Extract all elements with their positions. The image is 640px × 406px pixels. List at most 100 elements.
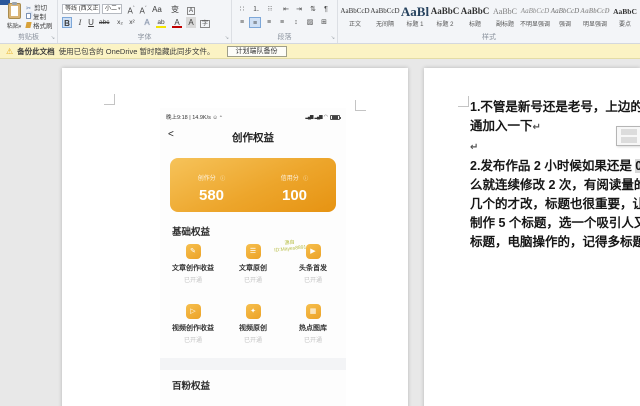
- strikethrough-button[interactable]: abc: [99, 17, 109, 28]
- autocorrect-options-popup[interactable]: [616, 126, 640, 146]
- italic-button[interactable]: I: [75, 17, 85, 28]
- style-item-subtitle[interactable]: AaBbC副标题: [490, 2, 520, 32]
- style-item-title[interactable]: AaBbC标题: [460, 2, 490, 32]
- style-item-subtle-emphasis[interactable]: AaBbCcD不明显强调: [520, 2, 550, 32]
- text-line: 制作 5 个标题，选一个吸引人又不: [470, 214, 640, 233]
- creation-score: 创作分 ⓘ 580: [170, 158, 253, 212]
- creation-score-value: 580: [170, 187, 253, 204]
- line-spacing-button[interactable]: ↕: [290, 17, 302, 28]
- style-item-heading2[interactable]: AaBbC标题 2: [430, 2, 460, 32]
- show-marks-button[interactable]: ¶: [320, 4, 332, 15]
- shrink-font-button[interactable]: Aˇ: [138, 4, 148, 15]
- decrease-indent-button[interactable]: ⇤: [280, 4, 292, 15]
- copy-icon: [26, 13, 31, 19]
- style-item-normal[interactable]: AaBbCcD正文: [340, 2, 370, 32]
- text-effects-button[interactable]: A: [142, 17, 152, 28]
- message-title: 备份此文档: [17, 46, 55, 57]
- bold-button[interactable]: B: [62, 17, 72, 28]
- bullets-button[interactable]: ∷: [236, 4, 248, 15]
- increase-indent-button[interactable]: ⇥: [293, 4, 305, 15]
- phonetic-guide-button[interactable]: 变: [170, 4, 180, 15]
- text-line: 标题，电脑操作的，记得多标题加: [470, 233, 640, 252]
- document-area: 晚上9:18 | 14.9K/s ☺ ⁺ ▂▄▆ ▂▄▆ ◠ < 创作权益: [0, 59, 640, 406]
- credit-score: 信用分 ⓘ 100: [253, 158, 336, 212]
- paragraph-group: ∷ ⒈ ⁝⁝ ⇤ ⇥ ⇅ ¶ ≡ ≡ ≡ ≡ ↕ ▨ ⊞ 段落 ↘: [232, 0, 338, 43]
- styles-group-label: 样式: [338, 32, 640, 42]
- signal-icon: ▂▄▆: [305, 114, 312, 120]
- video-original-icon: ✦: [246, 304, 261, 319]
- underline-button[interactable]: U: [86, 17, 96, 28]
- paragraph-dialog-launcher[interactable]: ↘: [331, 36, 335, 41]
- font-name-combo[interactable]: 等线 (西文正文): [62, 4, 100, 14]
- hot-gallery-icon: ▦: [306, 304, 321, 319]
- text-line: 通加入一下↵: [470, 117, 640, 137]
- paste-button[interactable]: 粘贴: [3, 3, 25, 33]
- paste-label: 粘贴: [3, 21, 25, 30]
- style-item-intense-emphasis[interactable]: AaBbCcD明显强调: [580, 2, 610, 32]
- enclose-characters-button[interactable]: 字: [200, 17, 210, 28]
- clipboard-group-label: 剪贴板: [0, 32, 57, 42]
- text-line: ↵: [470, 137, 640, 157]
- embedded-phone-screenshot[interactable]: 晚上9:18 | 14.9K/s ☺ ⁺ ▂▄▆ ▂▄▆ ◠ < 创作权益: [160, 108, 346, 406]
- format-painter-icon: [25, 22, 31, 28]
- margin-mark: [104, 94, 115, 105]
- font-group-label: 字体: [58, 32, 231, 42]
- style-item-emphasis[interactable]: AaBbCcD强调: [550, 2, 580, 32]
- phone-page-title: 创作权益: [160, 130, 346, 145]
- font-size-combo[interactable]: 小二: [102, 4, 122, 14]
- score-card: 创作分 ⓘ 580 信用分 ⓘ 100: [170, 158, 336, 212]
- info-icon: ⓘ: [220, 176, 225, 182]
- borders-button[interactable]: ⊞: [318, 17, 330, 28]
- superscript-button[interactable]: x²: [127, 17, 137, 28]
- clipboard-dialog-launcher[interactable]: ↘: [51, 36, 55, 41]
- article-original-icon: ☰: [246, 244, 261, 259]
- character-shading-button[interactable]: A: [186, 17, 196, 28]
- style-item-heading1[interactable]: AaBl标题 1: [400, 2, 430, 32]
- font-color-button[interactable]: A: [172, 17, 182, 28]
- text-highlight-button[interactable]: ab: [156, 17, 166, 28]
- warning-icon: ⚠: [6, 47, 13, 56]
- paragraph-mark: ↵: [470, 142, 478, 153]
- phone-status-bar: 晚上9:18 | 14.9K/s ☺ ⁺ ▂▄▆ ▂▄▆ ◠: [166, 113, 340, 122]
- shaded-text: 0 阅: [635, 159, 640, 173]
- align-center-button[interactable]: ≡: [249, 17, 261, 28]
- subscript-button[interactable]: x₂: [115, 17, 125, 28]
- multilevel-list-button[interactable]: ⁝⁝: [264, 4, 276, 15]
- phone-nav-bar: < 创作权益: [160, 126, 346, 146]
- justify-button[interactable]: ≡: [276, 17, 288, 28]
- article-income-icon: ✎: [186, 244, 201, 259]
- align-left-button[interactable]: ≡: [236, 17, 248, 28]
- shading-button[interactable]: ▨: [304, 17, 316, 28]
- change-case-button[interactable]: Aa: [152, 4, 162, 15]
- benefit-hot-gallery: ▦ 热点图库 已开通: [282, 304, 344, 344]
- style-item-strong[interactable]: AaBbC要点: [610, 2, 640, 32]
- font-group: 等线 (西文正文) 小二 Aˆ Aˇ Aa 变 A B I U abc x₂ x…: [58, 0, 232, 43]
- font-dialog-launcher[interactable]: ↘: [225, 36, 229, 41]
- video-income-icon: ▷: [186, 304, 201, 319]
- backup-message-bar: ⚠ 备份此文档 使用已包含的 OneDrive 暂时隐藏此同步文件。 计划端队备…: [0, 44, 640, 59]
- page-right[interactable]: 1.不管是新号还是老号，上边的权 通加入一下↵ ↵ 2.发布作品 2 小时候如果…: [424, 68, 640, 406]
- benefit-video-original: ✦ 视频原创 已开通: [222, 304, 284, 344]
- grow-font-button[interactable]: Aˆ: [126, 4, 136, 15]
- character-border-button[interactable]: A: [186, 4, 196, 15]
- phone-status-left: 晚上9:18 | 14.9K/s ☺ ⁺: [166, 115, 222, 121]
- benefit-article-income: ✎ 文章创作收益 已开通: [162, 244, 224, 284]
- style-item-no-spacing[interactable]: AaBbCcD无间隔: [370, 2, 400, 32]
- benefit-video-income: ▷ 视频创作收益 已开通: [162, 304, 224, 344]
- section-fans-benefits: 百粉权益: [172, 378, 210, 392]
- format-painter-button[interactable]: 格式刷: [26, 22, 53, 32]
- backup-action-button[interactable]: 计划端队备份: [227, 46, 287, 57]
- signal-icon: ▂▄▆: [315, 114, 322, 120]
- numbering-button[interactable]: ⒈: [250, 4, 262, 15]
- page-left[interactable]: 晚上9:18 | 14.9K/s ☺ ⁺ ▂▄▆ ▂▄▆ ◠ < 创作权益: [62, 68, 408, 406]
- paragraph-group-label: 段落: [232, 32, 337, 42]
- battery-icon: [330, 115, 340, 120]
- sort-button[interactable]: ⇅: [307, 4, 319, 15]
- section-basic-benefits: 基础权益: [172, 224, 210, 238]
- word-window: 粘贴 ✂剪切 复制 格式刷 剪贴板 ↘ 等线 (西文正文) 小二 Aˆ Aˇ A…: [0, 0, 640, 406]
- styles-group: AaBbCcD正文 AaBbCcD无间隔 AaBl标题 1 AaBbC标题 2 …: [338, 0, 640, 43]
- wifi-icon: ◠: [324, 114, 328, 120]
- align-right-button[interactable]: ≡: [263, 17, 275, 28]
- text-line: 么就连续修改 2 次，有阅读量的不: [470, 176, 640, 195]
- clipboard-group: 粘贴 ✂剪切 复制 格式刷 剪贴板 ↘: [0, 0, 58, 43]
